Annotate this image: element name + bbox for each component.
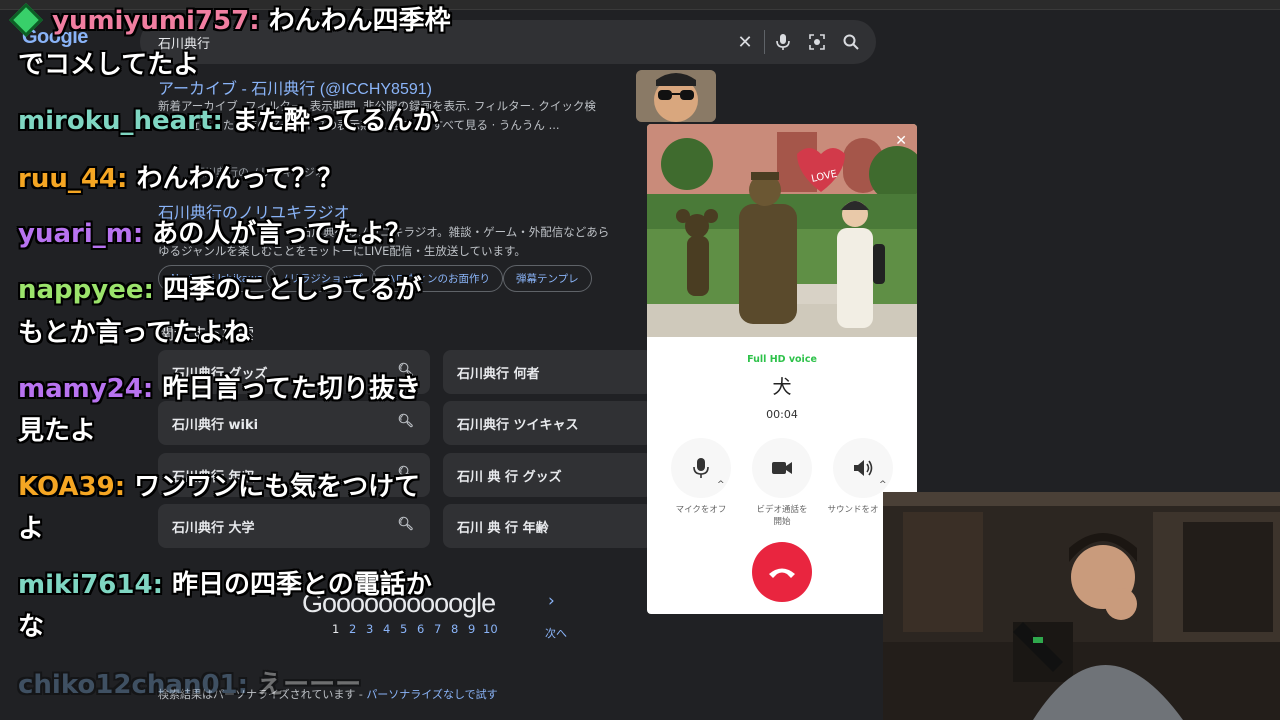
chat-username: yuari_m bbox=[18, 219, 133, 249]
chat-username: mamy24 bbox=[18, 374, 143, 404]
chat-text: 四季のことしってるが bbox=[162, 275, 422, 305]
chat-text: また酔ってるんか bbox=[231, 106, 439, 136]
chat-username: KOA39 bbox=[18, 472, 115, 502]
search-icon: 🔍︎ bbox=[397, 414, 414, 429]
chat-text: 見たよ bbox=[18, 416, 97, 446]
related-item-7[interactable]: 石川典行 大学 🔍︎ bbox=[158, 504, 430, 548]
chat-text: もとか言ってたよね bbox=[18, 318, 251, 348]
page-3[interactable]: 3 bbox=[366, 622, 373, 636]
chat-username: miki7614 bbox=[18, 570, 153, 600]
call-quality-label: Full HD voice bbox=[747, 354, 817, 365]
chat-text: ワンワンにも気をつけて bbox=[134, 472, 421, 502]
next-page-link[interactable]: 次へ bbox=[545, 625, 567, 641]
chat-message-8: miki7614: 昨日の四季との電話か bbox=[18, 570, 432, 600]
search-icon: 🔍︎ bbox=[397, 517, 414, 532]
chat-text: よ bbox=[18, 514, 45, 544]
chat-message-5-cont: もとか言ってたよね bbox=[18, 316, 250, 350]
chat-text: わんわん四季枠 bbox=[268, 6, 451, 36]
chat-message-8-cont: な bbox=[18, 610, 44, 644]
related-item-label: 石川典行 ツイキャス bbox=[457, 417, 579, 433]
related-item-8[interactable]: 石川 典 行 年齢 bbox=[443, 504, 653, 548]
contact-photo: LOVE ✕ bbox=[647, 124, 917, 337]
chat-username: miroku_heart bbox=[18, 106, 213, 136]
chat-text: あの人が言ってたよ？ bbox=[152, 219, 411, 249]
chat-message-6: mamy24: 昨日言ってた切り抜き bbox=[18, 374, 422, 404]
chat-text: わんわんって？？ bbox=[136, 164, 344, 194]
page-6[interactable]: 6 bbox=[417, 622, 424, 636]
related-item-3[interactable]: 石川典行 wiki 🔍︎ bbox=[158, 401, 430, 445]
chat-message-7: KOA39: ワンワンにも気をつけて bbox=[18, 472, 421, 502]
mute-label: マイクをオフ bbox=[675, 505, 727, 515]
hang-up-phone-icon bbox=[769, 568, 795, 578]
chevron-right-icon[interactable]: › bbox=[548, 591, 555, 611]
chat-username: ruu_44 bbox=[18, 164, 118, 194]
caret-up-icon[interactable]: ^ bbox=[717, 480, 725, 490]
call-timer: 00:04 bbox=[766, 408, 798, 421]
webcam-feed bbox=[883, 492, 1280, 720]
chat-text: 昨日言ってた切り抜き bbox=[162, 374, 422, 404]
chat-message-6-cont: 見たよ bbox=[18, 414, 96, 448]
related-item-2[interactable]: 石川典行 何者 bbox=[443, 350, 653, 394]
related-item-label: 石川典行 大学 bbox=[172, 520, 255, 536]
hang-up-button[interactable] bbox=[752, 542, 812, 602]
search-divider bbox=[764, 30, 765, 54]
mic-icon bbox=[693, 458, 709, 478]
chat-message-2: miroku_heart: また酔ってるんか bbox=[18, 106, 439, 136]
chat-message-1-cont: でコメしてたよ bbox=[18, 48, 199, 82]
search-icon[interactable] bbox=[838, 29, 864, 55]
stream-screen: Google ✕ アーカイブ - 石川典行 (@ICCHY8591) 新着アーカ… bbox=[0, 0, 1280, 720]
voice-call-window: LOVE ✕ Full HD voice 犬 00:04 ^ ^ マイクをオフ … bbox=[647, 124, 917, 614]
video-camera-icon bbox=[772, 462, 792, 474]
related-item-label: 石川 典 行 年齢 bbox=[457, 520, 549, 536]
close-icon[interactable]: ✕ bbox=[732, 29, 758, 55]
chat-text: えーーー bbox=[257, 670, 362, 700]
contact-name: 犬 bbox=[772, 376, 792, 398]
page-10[interactable]: 10 bbox=[483, 622, 498, 636]
personalization-link[interactable]: パーソナライズなしで試す bbox=[366, 688, 497, 701]
chat-text: 昨日の四季との電話か bbox=[172, 570, 432, 600]
chip-4[interactable]: 弾幕テンプレ bbox=[503, 265, 592, 292]
related-item-6[interactable]: 石川 典 行 グッズ bbox=[443, 453, 653, 497]
page-4[interactable]: 4 bbox=[383, 622, 390, 636]
video-label-line-1: ビデオ通話を bbox=[756, 505, 808, 515]
chat-text: な bbox=[18, 612, 45, 642]
speaker-label: サウンドをオ bbox=[827, 505, 879, 515]
page-2[interactable]: 2 bbox=[349, 622, 356, 636]
close-icon[interactable]: ✕ bbox=[895, 133, 907, 149]
related-item-4[interactable]: 石川典行 ツイキャス bbox=[443, 401, 653, 445]
chat-message-5: nappyee: 四季のことしってるが bbox=[18, 275, 422, 305]
chat-username: nappyee bbox=[18, 275, 144, 305]
related-item-label: 石川典行 wiki bbox=[172, 417, 259, 433]
related-item-label: 石川 典 行 グッズ bbox=[457, 469, 562, 485]
result-thumbnail[interactable] bbox=[636, 70, 716, 122]
page-8[interactable]: 8 bbox=[451, 622, 458, 636]
video-label: ビデオ通話を 開始 bbox=[742, 504, 822, 528]
speaker-icon bbox=[854, 460, 873, 476]
chat-message-3: ruu_44: わんわんって？？ bbox=[18, 164, 344, 194]
lens-icon[interactable] bbox=[804, 29, 830, 55]
chat-message-4: yuari_m: あの人が言ってたよ？ bbox=[18, 219, 411, 249]
chat-text: でコメしてたよ bbox=[18, 50, 200, 80]
chat-username: yumiyumi757 bbox=[52, 6, 250, 36]
page-5[interactable]: 5 bbox=[400, 622, 407, 636]
chat-message-1: yumiyumi757: わんわん四季枠 bbox=[52, 6, 451, 36]
chat-message-7-cont: よ bbox=[18, 512, 44, 546]
page-9[interactable]: 9 bbox=[468, 622, 475, 636]
chat-username: chiko12chan01 bbox=[18, 670, 238, 700]
caret-up-icon[interactable]: ^ bbox=[879, 480, 887, 490]
page-1: 1 bbox=[332, 622, 340, 636]
video-label-line-2: 開始 bbox=[773, 517, 791, 527]
mic-icon[interactable] bbox=[770, 29, 796, 55]
related-item-label: 石川典行 何者 bbox=[457, 366, 540, 382]
video-button[interactable] bbox=[752, 438, 812, 498]
chat-message-9: chiko12chan01: えーーー bbox=[18, 670, 362, 700]
page-7[interactable]: 7 bbox=[434, 622, 441, 636]
